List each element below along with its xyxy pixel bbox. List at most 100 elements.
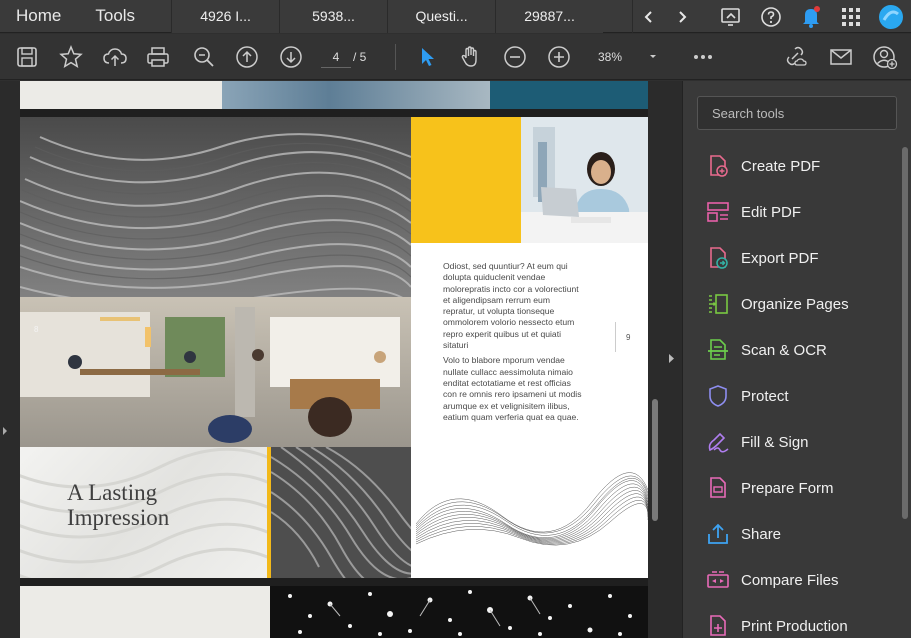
compare-files-icon [705, 567, 731, 593]
more-options-icon[interactable] [688, 34, 718, 80]
prepare-form-icon [705, 475, 731, 501]
search-tools-input[interactable]: Search tools [697, 96, 897, 130]
lights-photo [270, 586, 648, 638]
document-tab[interactable]: 29887... [495, 0, 604, 33]
woman-laptop-photo [521, 117, 648, 243]
top-strip-teal-block [490, 81, 648, 109]
tool-label: Organize Pages [741, 295, 849, 313]
pdf-page: 8 Odiost, sed quuntiur? At eum qui dolup… [20, 81, 648, 638]
document-tab[interactable]: Questi... [387, 0, 496, 33]
document-scrollbar[interactable] [650, 81, 660, 638]
save-icon[interactable] [12, 34, 42, 80]
notification-bell-icon[interactable] [791, 0, 831, 33]
cloud-upload-icon[interactable] [100, 34, 130, 80]
link-cloud-icon[interactable] [780, 34, 812, 80]
toolbar-divider [395, 44, 396, 70]
tool-label: Edit PDF [741, 203, 802, 221]
body-paragraph: Odiost, sed quuntiur? At eum qui dolupta… [443, 261, 579, 351]
tools-nav[interactable]: Tools [81, 0, 149, 33]
tool-label: Fill & Sign [741, 433, 809, 451]
page-total-label: / 5 [353, 50, 367, 64]
tool-print-production[interactable]: Print Production [683, 603, 905, 638]
tool-label: Export PDF [741, 249, 819, 267]
chevron-right-icon [3, 427, 7, 435]
document-tab[interactable]: 4926 I... [171, 0, 280, 33]
tool-label: Scan & OCR [741, 341, 827, 359]
share-icon [705, 521, 731, 547]
top-right-icons [711, 0, 911, 33]
print-icon[interactable] [143, 34, 173, 80]
main-toolbar: 4 / 5 38% [0, 34, 911, 80]
office-page-number: 8 [34, 325, 39, 334]
select-cursor-icon[interactable] [413, 34, 443, 80]
profile-avatar-icon[interactable] [871, 0, 911, 33]
tool-create-pdf[interactable]: Create PDF [683, 143, 905, 189]
document-tab[interactable]: 5938... [279, 0, 388, 33]
organize-pages-icon [705, 291, 731, 317]
export-pdf-icon [705, 245, 731, 271]
chevron-right-icon[interactable] [676, 10, 688, 24]
home-nav[interactable]: Home [0, 0, 81, 33]
left-panel-toggle[interactable] [0, 421, 10, 441]
chevron-right-icon [668, 353, 674, 363]
scan-ocr-icon [705, 337, 731, 363]
next-page-icon[interactable] [276, 34, 306, 80]
tool-edit-pdf[interactable]: Edit PDF [683, 189, 905, 235]
page-gap [20, 578, 648, 586]
top-tab-bar: Home Tools 4926 I... 5938... Questi... 2… [0, 0, 911, 33]
tab-scroll-controls [632, 0, 698, 33]
hand-tool-icon[interactable] [456, 34, 486, 80]
zoom-search-icon[interactable] [189, 34, 219, 80]
tool-label: Protect [741, 387, 789, 405]
tool-label: Prepare Form [741, 479, 834, 497]
tool-fill-sign[interactable]: Fill & Sign [683, 419, 905, 465]
add-user-icon[interactable] [869, 34, 901, 80]
document-viewer[interactable]: 8 Odiost, sed quuntiur? At eum qui dolup… [0, 81, 682, 638]
zoom-out-icon[interactable] [500, 34, 530, 80]
tool-label: Print Production [741, 617, 848, 635]
tool-export-pdf[interactable]: Export PDF [683, 235, 905, 281]
zoom-level-select[interactable]: 38% [590, 46, 664, 68]
body-paragraph: Volo to blabore mporum vendae nullate cu… [443, 355, 582, 422]
zoom-level-value: 38% [598, 50, 623, 64]
ceiling-baffle-photo [271, 447, 411, 578]
body-text-column: Odiost, sed quuntiur? At eum qui dolupta… [443, 261, 583, 427]
help-icon[interactable] [751, 0, 791, 33]
wave-line-graphic [416, 472, 648, 546]
tool-label: Compare Files [741, 571, 839, 589]
tool-organize-pages[interactable]: Organize Pages [683, 281, 905, 327]
previous-page-icon[interactable] [232, 34, 262, 80]
create-pdf-icon [705, 153, 731, 179]
top-strip-photo [222, 81, 490, 109]
tool-prepare-form[interactable]: Prepare Form [683, 465, 905, 511]
tool-label: Create PDF [741, 157, 821, 175]
fill-sign-icon [705, 429, 731, 455]
zoom-in-icon[interactable] [544, 34, 574, 80]
scrollbar-thumb[interactable] [902, 147, 908, 519]
share-screen-icon[interactable] [711, 0, 751, 33]
yellow-color-block [411, 117, 521, 243]
page-number-input[interactable]: 4 [321, 46, 351, 68]
star-icon[interactable] [56, 34, 86, 80]
scrollbar-thumb[interactable] [652, 399, 658, 521]
print-production-icon [705, 613, 731, 638]
tool-scan-ocr[interactable]: Scan & OCR [683, 327, 905, 373]
page-number-marker: 9 [615, 322, 630, 352]
chevron-down-icon [650, 55, 656, 58]
email-icon[interactable] [825, 34, 857, 80]
apps-grid-icon[interactable] [831, 0, 871, 33]
acrobat-window: Home Tools 4926 I... 5938... Questi... 2… [0, 0, 911, 638]
tools-scrollbar[interactable] [901, 147, 909, 519]
protect-icon [705, 383, 731, 409]
tools-list: Create PDF Edit PDF Export PDF Organize … [683, 143, 905, 638]
page-gap [20, 109, 648, 117]
tools-panel-toggle[interactable] [664, 348, 678, 368]
section-heading: A Lasting Impression [67, 480, 170, 530]
office-ceiling-photo: 8 [20, 117, 411, 447]
tool-compare-files[interactable]: Compare Files [683, 557, 905, 603]
tool-protect[interactable]: Protect [683, 373, 905, 419]
tool-share[interactable]: Share [683, 511, 905, 557]
tools-panel: Search tools Create PDF Edit PDF Export … [682, 81, 911, 638]
previous-page-strip [20, 81, 648, 109]
chevron-left-icon[interactable] [643, 10, 655, 24]
